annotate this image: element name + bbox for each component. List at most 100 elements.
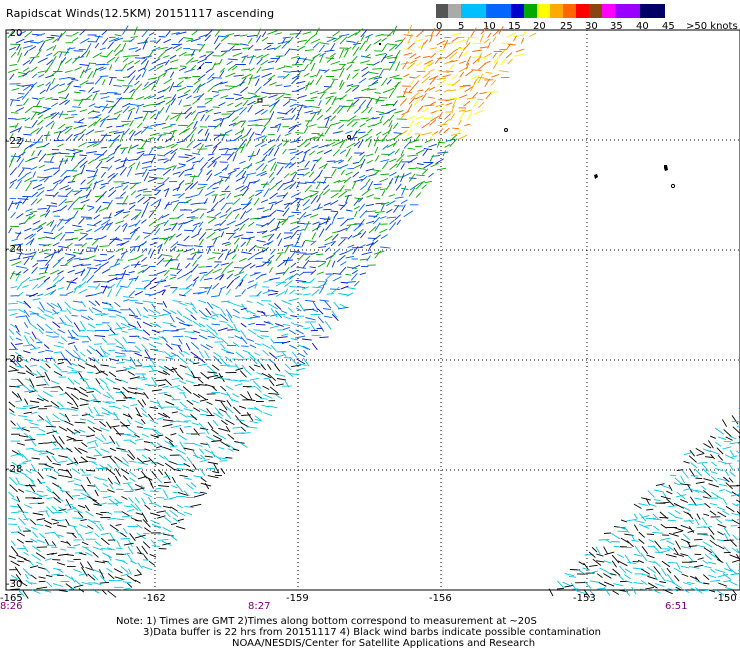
wind-barb [113,145,119,155]
wind-barb [395,183,402,191]
wind-barb [129,350,140,353]
wind-barb [81,546,89,549]
wind-barb [80,518,87,522]
wind-barb [143,153,154,156]
wind-barb [268,405,278,409]
wind-barb [483,38,490,44]
wind-barb [298,182,307,184]
wind-barb [427,96,435,99]
wind-barb [233,167,240,170]
wind-barb [85,551,93,557]
wind-barb [247,391,253,401]
wind-barb [456,129,462,136]
wind-barb [359,272,367,276]
wind-barb [72,31,79,36]
wind-barb [44,313,55,320]
wind-barb [78,133,85,141]
wind-barb [227,86,236,91]
wind-barb [142,336,150,341]
wind-barb [175,483,184,493]
wind-barb [74,91,81,94]
wind-barb [416,30,424,38]
wind-barb [400,62,410,65]
wind-barb [381,37,387,42]
wind-barb [126,65,135,71]
wind-barb [645,586,654,590]
wind-barb [157,253,163,260]
wind-barb [177,93,188,99]
wind-barb [162,300,167,308]
wind-barb [702,559,708,564]
wind-barb [163,498,173,500]
wind-barb [122,185,129,191]
wind-barb [695,448,705,454]
wind-barb [158,454,165,460]
wind-barb [50,475,57,480]
wind-barb [56,562,66,566]
wind-barb [8,555,17,559]
wind-barb [375,110,385,114]
wind-barb [141,219,147,224]
wind-barb [8,401,16,408]
wind-barb [115,399,126,402]
wind-barb [66,469,73,478]
wind-barb [226,151,235,161]
wind-barb [212,453,222,461]
wind-barb [368,71,379,75]
wind-barb [428,68,435,73]
wind-barb [275,134,281,142]
wind-barb [317,283,327,288]
wind-barb [319,336,329,339]
wind-barb [710,454,715,460]
wind-barb [162,527,172,533]
wind-barb [213,263,220,269]
note-line-1: Note: 1) Times are GMT 2)Times along bot… [116,616,537,627]
wind-barb [86,43,92,52]
wind-barb [417,89,424,92]
wind-barb [9,167,18,176]
wind-barb [15,203,20,210]
wind-barb [366,98,373,108]
wind-barb [130,403,138,407]
wind-barb [618,574,624,581]
wind-barb [709,502,718,506]
wind-barb [134,254,144,260]
wind-barb [214,211,222,217]
wind-barb [214,223,221,226]
wind-barb [22,590,29,599]
wind-barb [694,497,702,500]
wind-barb [114,209,124,217]
wind-barb [99,384,105,391]
wind-barb [149,132,160,137]
wind-barb [135,235,140,241]
wind-barb [127,111,133,120]
wind-barb [107,573,115,580]
wind-barb [451,79,461,87]
wind-barb [183,127,191,133]
wind-barb [38,428,46,433]
wind-barb [254,272,261,274]
wind-barb [260,335,269,337]
wind-barb [268,392,280,395]
wind-barb [428,172,434,178]
wind-barb [735,499,740,503]
wind-barb [10,420,16,426]
wind-barb [239,223,246,231]
wind-barb [200,316,209,321]
wind-barb [346,61,355,64]
wind-barb [136,426,143,428]
wind-barb [406,103,413,113]
wind-barb [241,251,252,255]
wind-barb [434,88,441,93]
wind-barb [80,492,88,497]
wind-barb [36,518,45,521]
wind-barb [717,436,727,441]
wind-barb [142,559,149,561]
wind-barb [66,437,75,441]
wind-barb [57,89,67,94]
wind-barb [8,157,14,168]
wind-barb [428,86,436,91]
wind-barb [66,546,76,549]
wind-barb [318,44,325,53]
wind-barb [122,475,128,481]
